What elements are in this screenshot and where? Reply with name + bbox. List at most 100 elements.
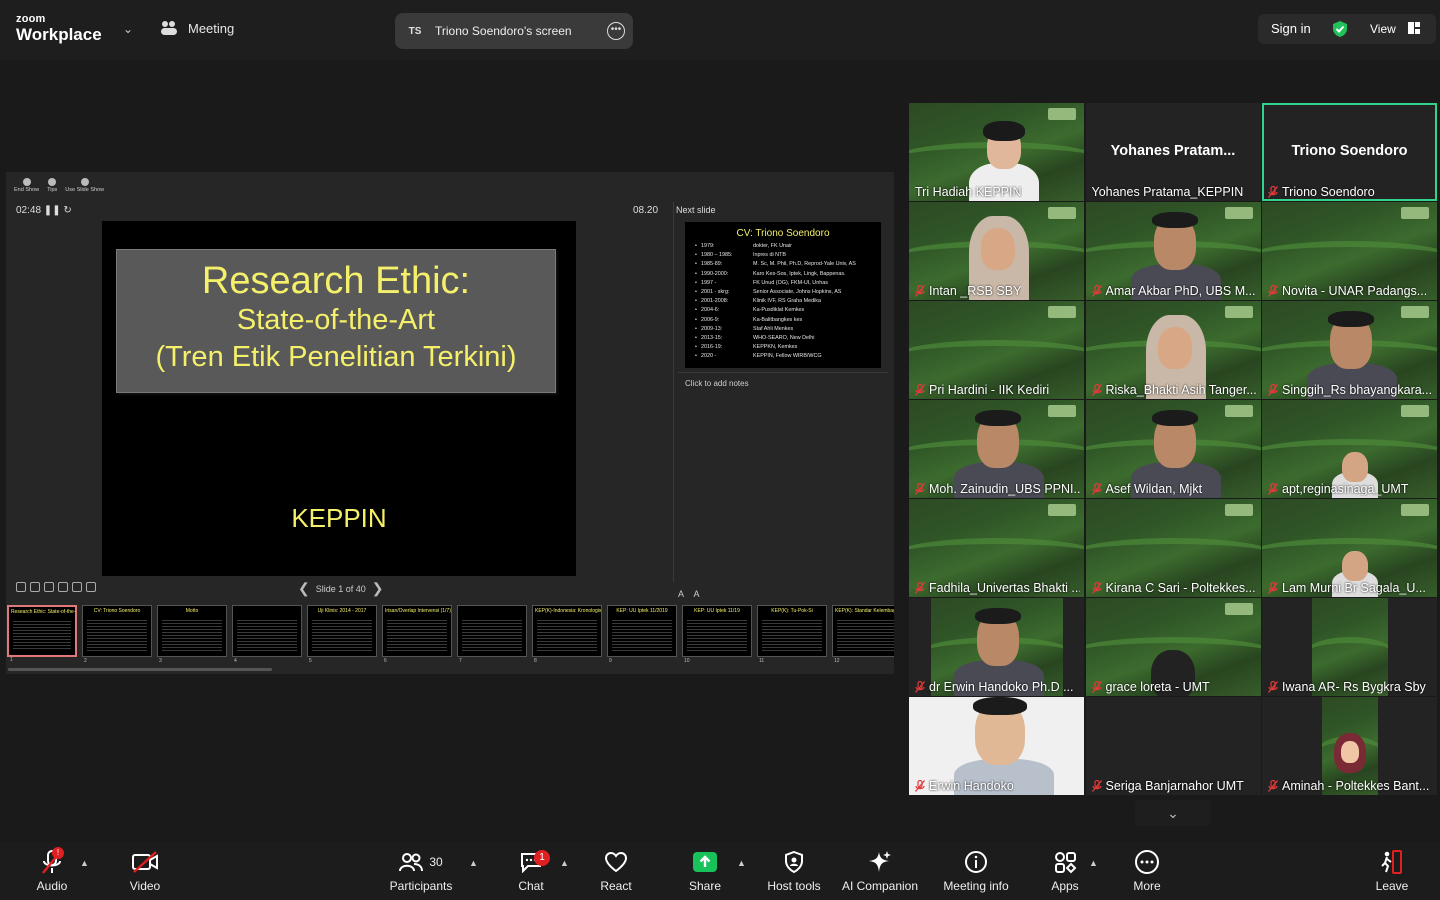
presenter-toolbar: End Show Tips Use Slide Show — [14, 178, 104, 193]
apps-button[interactable]: Apps — [1046, 848, 1084, 893]
slide-thumbnail[interactable]: Uji Klinis: 2014 - 2017 5 — [307, 605, 377, 663]
participant-tile[interactable]: Tri Hadiah KEPPIN — [909, 103, 1084, 201]
cv-row: • 2001 - skrg: Senior Associate, Johns Hop… — [691, 288, 875, 297]
cv-desc: Klinik IVF, RS Graha Medika — [753, 298, 822, 305]
participant-tile[interactable]: Kirana C Sari - Poltekkes... — [1085, 499, 1261, 597]
participant-tile[interactable]: apt,reginasinaga_UMT — [1262, 400, 1437, 498]
zoom-icon[interactable] — [30, 582, 40, 592]
slide-thumbnail[interactable]: 4 — [232, 605, 302, 663]
more-icon[interactable] — [86, 582, 96, 592]
next-slide-title: CV: Triono Soendoro — [736, 228, 830, 239]
audio-label: Audio — [36, 879, 68, 893]
ai-companion-button[interactable]: AI Companion — [840, 848, 920, 893]
camera-icon[interactable] — [72, 582, 82, 592]
keppin-logo — [1224, 207, 1253, 219]
slide-thumbnail[interactable]: Motto 3 — [157, 605, 227, 663]
share-options-caret[interactable]: ▲ — [737, 858, 746, 868]
next-slide-icon[interactable]: ❯ — [372, 580, 384, 597]
participant-tile[interactable]: Singgih_Rs bhayangkara... — [1262, 301, 1437, 399]
participants-button[interactable]: 30 Participants — [388, 848, 454, 893]
sign-in-button[interactable]: Sign in — [1271, 21, 1311, 36]
chevron-down-icon[interactable]: ⌄ — [120, 22, 136, 38]
notes-field[interactable]: Click to add notes — [685, 379, 749, 388]
use-slide-show-button[interactable]: Use Slide Show — [65, 178, 104, 193]
zoom-logo[interactable]: zoom Workplace — [16, 14, 102, 44]
participant-tile[interactable]: Iwana AR- Rs Bygkra Sby — [1262, 598, 1437, 696]
participant-tile[interactable]: dr Erwin Handoko Ph.D ... — [909, 598, 1084, 696]
slide-thumbnail[interactable]: KEP(K): Standar Kelembagaan 12 — [832, 605, 894, 663]
thumbnail-title: KEP(K): Tu-Pok-Si — [771, 608, 813, 614]
participants-options-caret[interactable]: ▲ — [469, 858, 478, 868]
participants-icon — [161, 21, 177, 35]
current-slide[interactable]: Research Ethic: State-of-the-Art (Tren E… — [102, 221, 576, 576]
meeting-menu[interactable]: Meeting — [160, 20, 234, 36]
apps-options-caret[interactable]: ▲ — [1089, 858, 1098, 868]
subtitles-icon[interactable] — [58, 582, 68, 592]
thumbnail-title: KEP(K): Standar Kelembagaan — [835, 608, 894, 614]
pen-icon[interactable] — [16, 582, 26, 592]
more-options-icon[interactable]: ••• — [607, 22, 625, 40]
muted-microphone-icon — [1091, 681, 1102, 693]
slide-thumbnail[interactable]: Research Ethic: State-of-the-Art (Tren E… — [7, 605, 77, 663]
leave-button[interactable]: Leave — [1374, 848, 1410, 893]
participant-tile[interactable]: Novita - UNAR Padangs... — [1262, 202, 1437, 300]
participant-tile[interactable]: Amar Akbar PhD, UBS M... — [1085, 202, 1261, 300]
participant-tile[interactable]: Pri Hardini - IIK Kediri — [909, 301, 1084, 399]
previous-slide-icon[interactable]: ❮ — [298, 580, 310, 597]
end-show-button[interactable]: End Show — [14, 178, 39, 193]
screen-share-pill[interactable]: TS Triono Soendoro's screen ••• — [395, 13, 633, 49]
meeting-info-button[interactable]: Meeting info — [940, 848, 1012, 893]
participant-tile[interactable]: Fadhila_Univertas Bhakti ... — [909, 499, 1084, 597]
more-button[interactable]: More — [1128, 848, 1166, 893]
cv-desc: Ka-Pusdiklat Kemkes — [753, 307, 805, 314]
cv-row: • 2020 - KEPPIN, Fellow WIRB/WCG — [691, 352, 875, 361]
slide-thumbnail[interactable]: KEP: UU Iptek 11/2019 9 — [607, 605, 677, 663]
audio-button[interactable]: Audio ! — [30, 847, 74, 893]
thumbnail-title: KEP(K)-Indonesia: Kronologis — [535, 608, 601, 614]
participant-name: Seriga Banjarnahor UMT — [1091, 779, 1244, 793]
next-slide-preview[interactable]: CV: Triono Soendoro • 1979: dokter, FK Una… — [685, 222, 881, 368]
participant-tile[interactable]: Triono Soendoro Triono Soendoro — [1262, 103, 1437, 201]
participant-tile[interactable]: Moh. Zainudin_UBS PPNI... — [909, 400, 1084, 498]
participant-tile[interactable]: Intan _RSB SBY — [909, 202, 1084, 300]
thumbnail-title: Motto — [185, 608, 199, 614]
host-tools-button[interactable]: Host tools — [764, 848, 824, 893]
participants-label: Participants — [389, 879, 453, 893]
video-label: Video — [129, 879, 161, 893]
pane-divider[interactable] — [673, 202, 674, 582]
cv-list: • 1979: dokter, FK Unair • 1980 – 1985: Inpre… — [691, 242, 875, 362]
participant-tile[interactable]: Riska_Bhakti Asih Tanger... — [1085, 301, 1261, 399]
chat-options-caret[interactable]: ▲ — [560, 858, 569, 868]
shield-check-icon[interactable] — [1331, 20, 1349, 38]
pointer-icon[interactable] — [44, 582, 54, 592]
share-label: Triono Soendoro's screen — [435, 24, 572, 38]
slide-thumbnail[interactable]: KEP(K): Tu-Pok-Si 11 — [757, 605, 827, 663]
chat-unread-badge: 1 — [534, 850, 550, 866]
participant-tile[interactable]: Seriga Banjarnahor UMT — [1085, 697, 1261, 795]
share-button[interactable]: Share — [684, 848, 726, 893]
shared-screen[interactable]: End Show Tips Use Slide Show 02:48 ❚❚ ↻ … — [6, 172, 894, 674]
slide-thumbnail[interactable]: KEP(K)-Indonesia: Kronologis 8 — [532, 605, 602, 663]
thumbnail-scrollbar[interactable] — [8, 668, 272, 671]
keppin-logo — [1224, 603, 1253, 615]
participant-tile[interactable]: Erwin Handoko — [909, 697, 1084, 795]
participant-tile[interactable]: Aminah - Poltekkes Bant... — [1262, 697, 1437, 795]
participant-tile[interactable]: Lam Murni Br Sagala_U... — [1262, 499, 1437, 597]
participant-tile[interactable]: Asef Wildan, Mjkt — [1085, 400, 1261, 498]
slide-thumbnail[interactable]: Irisan/Overlap Intervensi (1/7) 6 — [382, 605, 452, 663]
slide-thumbnail[interactable]: CV: Triono Soendoro 2 — [82, 605, 152, 663]
react-button[interactable]: React — [596, 848, 636, 893]
tips-button[interactable]: Tips — [47, 178, 57, 193]
participant-tile[interactable]: grace loreta - UMT — [1085, 598, 1261, 696]
slide-thumbnail[interactable]: KEP: UU Iptek 11/19 10 — [682, 605, 752, 663]
grid-view-icon[interactable] — [1408, 22, 1420, 34]
muted-microphone-icon — [1091, 780, 1102, 792]
chat-button[interactable]: Chat 1 — [512, 848, 550, 893]
video-button[interactable]: Video — [124, 848, 166, 893]
text-size-icons[interactable]: A A — [678, 589, 704, 599]
chevron-down-icon[interactable]: ⌄ — [1135, 800, 1211, 826]
view-button[interactable]: View — [1370, 22, 1396, 36]
participant-tile[interactable]: Yohanes Pratam... Yohanes Pratama_KEPPIN — [1085, 103, 1261, 201]
audio-options-caret[interactable]: ▲ — [80, 858, 89, 868]
slide-thumbnail[interactable]: 7 — [457, 605, 527, 663]
